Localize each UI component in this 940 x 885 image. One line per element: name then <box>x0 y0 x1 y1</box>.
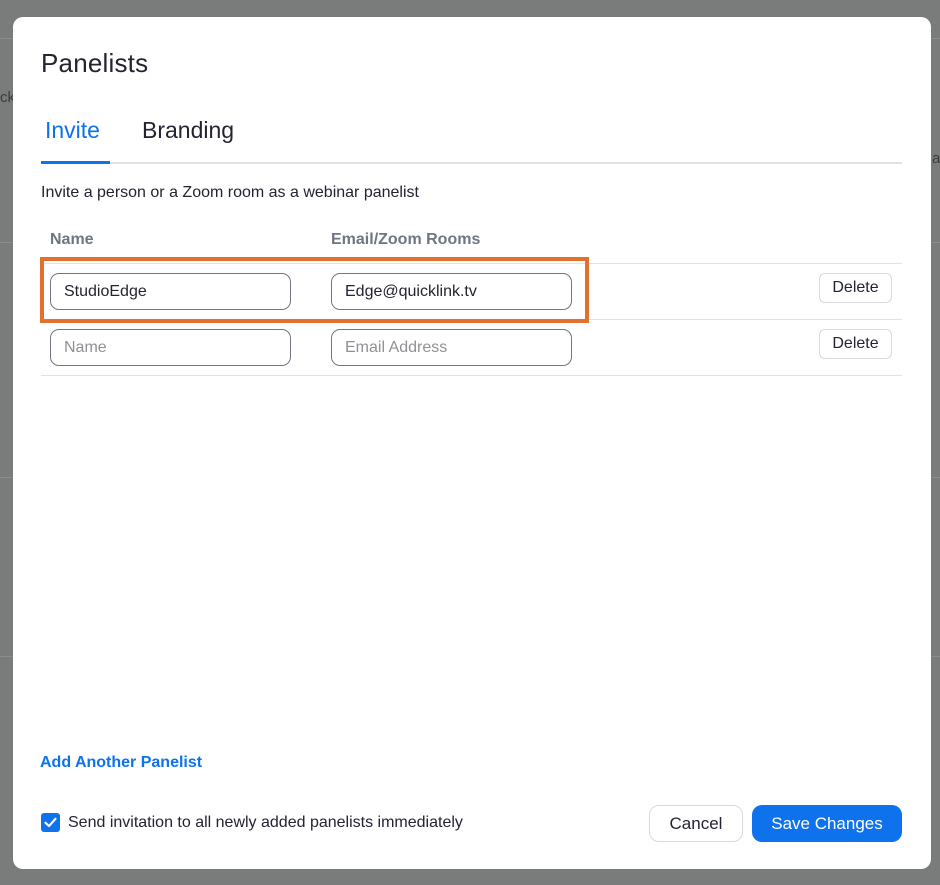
column-header-name: Name <box>50 231 94 248</box>
panelists-dialog: Panelists Invite Branding Invite a perso… <box>13 17 931 869</box>
send-invitation-checkbox[interactable] <box>41 813 60 832</box>
send-invitation-label: Send invitation to all newly added panel… <box>68 814 463 831</box>
backdrop-text-right: a <box>932 150 940 167</box>
active-tab-indicator <box>41 161 110 164</box>
delete-button[interactable]: Delete <box>819 329 892 359</box>
cancel-button[interactable]: Cancel <box>649 805 743 842</box>
row-divider <box>41 375 902 376</box>
dialog-subtitle: Invite a person or a Zoom room as a webi… <box>41 184 419 201</box>
delete-button[interactable]: Delete <box>819 273 892 303</box>
checkmark-icon <box>44 817 57 828</box>
panelist-name-input[interactable] <box>50 329 291 366</box>
dialog-title: Panelists <box>41 48 149 78</box>
panelist-email-input[interactable] <box>331 329 572 366</box>
tab-branding[interactable]: Branding <box>142 117 234 144</box>
save-changes-button[interactable]: Save Changes <box>752 805 902 842</box>
highlight-box <box>40 257 589 323</box>
column-header-email: Email/Zoom Rooms <box>331 231 481 248</box>
tab-bar: Invite Branding <box>41 113 902 164</box>
add-another-panelist-link[interactable]: Add Another Panelist <box>40 754 202 772</box>
tab-invite[interactable]: Invite <box>45 117 100 144</box>
